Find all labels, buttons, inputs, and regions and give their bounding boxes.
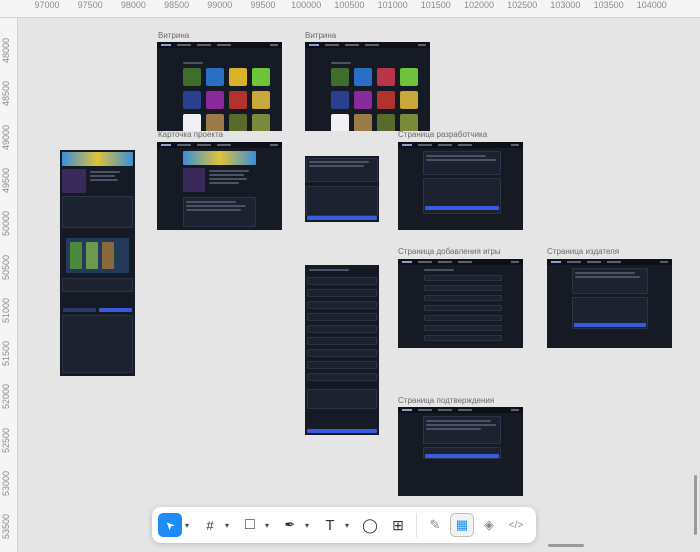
frame-label-project-card[interactable]: Карточка проекта <box>158 130 223 139</box>
prototype-icon: ◈ <box>484 517 494 532</box>
ruler-y-tick: 48500 <box>1 81 11 107</box>
frame-info-block[interactable] <box>305 156 379 222</box>
toolbar-divider <box>416 513 417 537</box>
frame-label-dev-page[interactable]: Страница разработчика <box>398 130 487 139</box>
ruler-x-tick: 104000 <box>636 0 667 10</box>
move-tool-button[interactable]: ➤ <box>158 513 182 537</box>
frame-icon: # <box>206 517 214 533</box>
draw-icon: ✎ <box>429 517 441 532</box>
shape-tool-button[interactable]: □ <box>238 513 262 537</box>
frame-label-publisher-page[interactable]: Страница издателя <box>547 247 619 256</box>
code-icon: </> <box>508 519 524 531</box>
ruler-x-tick: 97500 <box>77 0 103 10</box>
ruler-x-tick: 100500 <box>334 0 365 10</box>
frame-vitrina-2[interactable] <box>305 42 430 131</box>
vertical-ruler: 48000 48500 49000 49500 50000 50500 51000 51500… <box>0 18 18 552</box>
chevron-down-icon[interactable]: ▾ <box>262 521 272 530</box>
game-tile-grid <box>183 68 270 131</box>
ruler-x-tick: 102000 <box>463 0 495 10</box>
ruler-y-tick: 51000 <box>1 297 11 323</box>
ruler-x-tick: 99500 <box>250 0 276 10</box>
design-icon: ▦ <box>455 517 469 532</box>
comment-icon: ◯ <box>362 516 378 533</box>
frame-label-vitrina-2[interactable]: Витрина <box>305 31 336 40</box>
ruler-x-tick: 102500 <box>507 0 538 10</box>
frame-tool-button[interactable]: # <box>198 513 222 537</box>
ruler-x-tick: 103000 <box>550 0 581 10</box>
ruler-x-tick: 101500 <box>420 0 451 10</box>
chevron-down-icon[interactable]: ▾ <box>222 521 232 530</box>
frame-label-confirm-page[interactable]: Страница подтверждения <box>398 396 494 405</box>
frame-label-vitrina-1[interactable]: Витрина <box>158 31 189 40</box>
horizontal-scrollbar[interactable] <box>548 544 584 547</box>
ruler-y-tick: 49000 <box>1 124 11 150</box>
ruler-x-tick: 100000 <box>291 0 322 10</box>
prototype-mode-button[interactable]: ◈ <box>477 513 501 537</box>
dev-mode-button[interactable]: </> <box>504 513 528 537</box>
ruler-x-tick: 97000 <box>34 0 60 10</box>
frame-vitrina-1[interactable] <box>157 42 282 131</box>
frame-add-game-page[interactable] <box>398 259 523 348</box>
pen-tool-button[interactable]: ✒ <box>278 513 302 537</box>
chevron-down-icon[interactable]: ▾ <box>182 521 192 530</box>
ruler-y-tick: 50000 <box>1 211 11 237</box>
text-icon: T <box>325 516 335 534</box>
actions-tool-button[interactable]: ⊞ <box>386 513 410 537</box>
ruler-y-tick: 52500 <box>1 427 11 453</box>
frame-label-add-game-page[interactable]: Страница добавления игры <box>398 247 501 256</box>
chevron-down-icon[interactable]: ▾ <box>342 521 352 530</box>
ruler-y-tick: 48000 <box>1 38 11 64</box>
actions-icon: ⊞ <box>392 516 404 533</box>
design-mode-button[interactable]: ▦ <box>450 513 474 537</box>
game-tile-grid <box>331 68 418 131</box>
ruler-y-tick: 50500 <box>1 254 11 280</box>
pen-icon: ✒ <box>284 517 296 532</box>
frame-publisher-page[interactable] <box>547 259 672 348</box>
horizontal-ruler: 97000 97500 98000 98500 99000 99500 100000 1005… <box>0 0 700 18</box>
frame-confirm-page[interactable] <box>398 407 523 496</box>
comment-tool-button[interactable]: ◯ <box>358 513 382 537</box>
chevron-down-icon[interactable]: ▾ <box>302 521 312 530</box>
ruler-y-tick: 51500 <box>1 341 11 367</box>
frame-mobile-project[interactable] <box>60 150 135 376</box>
frame-project-card[interactable] <box>157 142 282 230</box>
ruler-y-tick: 53000 <box>1 471 11 497</box>
draw-mode-button[interactable]: ✎ <box>423 513 447 537</box>
rectangle-icon: □ <box>245 516 255 533</box>
ruler-y-tick: 53500 <box>1 514 11 540</box>
ruler-y-tick: 52000 <box>1 384 11 410</box>
ruler-x-tick: 103500 <box>593 0 624 10</box>
vertical-scrollbar[interactable] <box>694 475 697 535</box>
pointer-icon: ➤ <box>162 517 178 533</box>
frame-dev-page[interactable] <box>398 142 523 230</box>
text-tool-button[interactable]: T <box>318 513 342 537</box>
ruler-x-tick: 98000 <box>120 0 146 10</box>
ruler-y-tick: 49500 <box>1 167 11 193</box>
frame-form-long[interactable] <box>305 265 379 435</box>
ruler-x-tick: 101000 <box>377 0 408 10</box>
ruler-x-tick: 99000 <box>207 0 233 10</box>
ruler-x-tick: 98500 <box>164 0 190 10</box>
bottom-toolbar: ➤ ▾ # ▾ □ ▾ ✒ ▾ T ▾ ◯ ⊞ ✎ ▦ ◈ </> <box>152 507 536 543</box>
